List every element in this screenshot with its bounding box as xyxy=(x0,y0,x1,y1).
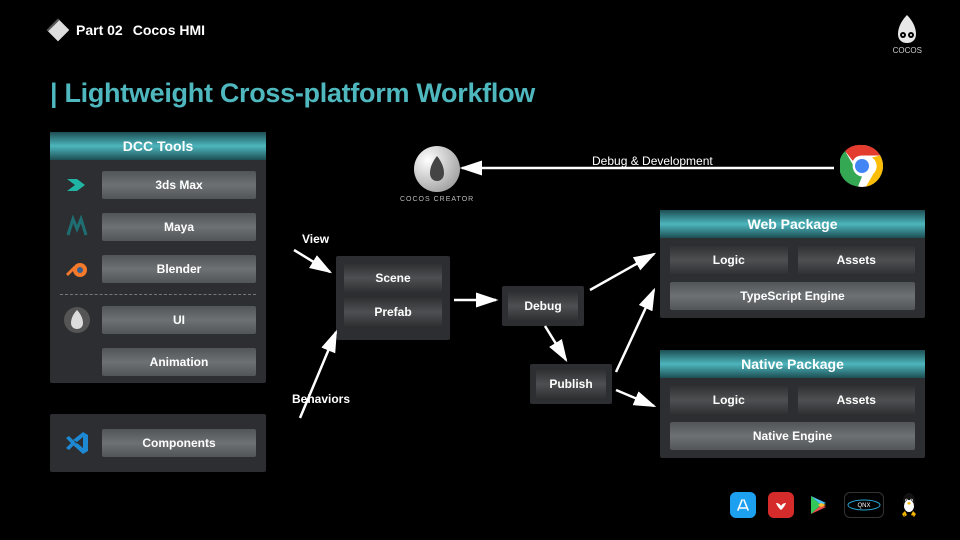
svg-text:Linux: Linux xyxy=(904,513,914,518)
cocos-logo: COCOS xyxy=(893,14,922,55)
dcc-item: 3ds Max xyxy=(102,171,256,199)
dcc-item: Animation xyxy=(102,348,256,376)
view-label: View xyxy=(302,232,329,246)
native-package-panel: Native Package Logic Assets Native Engin… xyxy=(660,350,925,458)
cocos-logo-label: COCOS xyxy=(893,46,922,55)
breadcrumb-part: Part 02 xyxy=(76,22,123,38)
scene-item: Scene xyxy=(344,264,442,292)
debug-label: Debug xyxy=(508,292,578,320)
vscode-icon xyxy=(60,426,94,460)
web-assets: Assets xyxy=(798,246,916,274)
vscode-item: Components xyxy=(102,429,256,457)
cocos-logo-icon xyxy=(894,14,920,44)
breadcrumb: Part 02 Cocos HMI xyxy=(50,22,205,38)
huawei-icon xyxy=(768,492,794,518)
web-engine: TypeScript Engine xyxy=(670,282,915,310)
maya-icon xyxy=(60,210,94,244)
dcc-row-animation: Animation xyxy=(50,341,266,383)
publish-label: Publish xyxy=(536,370,606,398)
native-assets: Assets xyxy=(798,386,916,414)
native-logic: Logic xyxy=(670,386,788,414)
web-header: Web Package xyxy=(660,210,925,238)
svg-text:QNX: QNX xyxy=(857,503,870,509)
vscode-panel: Components xyxy=(50,414,266,472)
divider xyxy=(60,294,256,295)
behaviors-label: Behaviors xyxy=(292,392,350,406)
cocos-creator-label: COCOS CREATOR xyxy=(400,196,474,203)
cocos-creator-node: COCOS CREATOR xyxy=(400,146,474,203)
dcc-row-blender: Blender xyxy=(50,248,266,290)
native-engine: Native Engine xyxy=(670,422,915,450)
web-package-panel: Web Package Logic Assets TypeScript Engi… xyxy=(660,210,925,318)
linux-icon: Linux xyxy=(896,492,922,518)
cocos-creator-icon xyxy=(60,303,94,337)
3dsmax-icon xyxy=(60,168,94,202)
debug-node: Debug xyxy=(502,286,584,326)
breadcrumb-icon xyxy=(47,19,70,42)
dcc-header: DCC Tools xyxy=(50,132,266,160)
dcc-row-maya: Maya xyxy=(50,206,266,248)
dcc-row-ui: UI xyxy=(50,299,266,341)
page-title: Lightweight Cross-platform Workflow xyxy=(50,78,535,109)
cocos-creator-circle-icon xyxy=(414,146,460,192)
publish-node: Publish xyxy=(530,364,612,404)
appstore-icon xyxy=(730,492,756,518)
spacer-icon xyxy=(60,345,94,379)
scene-panel: Scene Prefab xyxy=(336,256,450,340)
qnx-icon: QNX xyxy=(844,492,884,518)
dcc-row-3dsmax: 3ds Max xyxy=(50,164,266,206)
dcc-item: Blender xyxy=(102,255,256,283)
dcc-tools-panel: DCC Tools 3ds Max Maya Blender UI Animat… xyxy=(50,132,266,383)
blender-icon xyxy=(60,252,94,286)
chrome-icon xyxy=(840,144,884,191)
breadcrumb-section: Cocos HMI xyxy=(133,22,205,38)
playstore-icon xyxy=(806,492,832,518)
platform-icons: QNX Linux xyxy=(730,492,922,518)
prefab-item: Prefab xyxy=(344,298,442,326)
dcc-item: UI xyxy=(102,306,256,334)
debug-dev-label: Debug & Development xyxy=(592,154,713,168)
dcc-item: Maya xyxy=(102,213,256,241)
web-logic: Logic xyxy=(670,246,788,274)
native-header: Native Package xyxy=(660,350,925,378)
